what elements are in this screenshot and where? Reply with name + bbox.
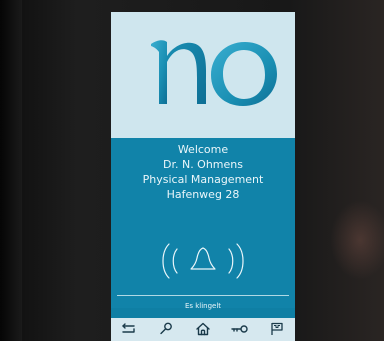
welcome-address: Hafenweg 28 [166, 188, 240, 201]
status-divider [117, 295, 289, 296]
home-icon [196, 322, 210, 336]
flag-icon [271, 322, 283, 335]
back-icon [122, 323, 135, 333]
status-text: Es klingelt [184, 302, 222, 310]
key-icon [231, 325, 248, 333]
ringing-bell-icon [111, 236, 295, 286]
bottom-navbar [111, 318, 295, 341]
reflection-glare [330, 200, 384, 280]
intercom-screen: Welcome Dr. N. Ohmens Physical Managemen… [111, 12, 295, 341]
search-icon [160, 322, 172, 335]
welcome-heading: Welcome [177, 143, 229, 156]
welcome-panel: Welcome Dr. N. Ohmens Physical Managemen… [111, 138, 295, 308]
device-frame [0, 0, 22, 341]
home-button[interactable] [193, 320, 213, 338]
welcome-name: Dr. N. Ohmens [162, 158, 243, 171]
logo-panel [111, 12, 295, 138]
flag-button[interactable] [267, 320, 287, 338]
no-logo [151, 40, 277, 106]
key-button[interactable] [230, 320, 250, 338]
photo-scene: Welcome Dr. N. Ohmens Physical Managemen… [0, 0, 384, 341]
back-button[interactable] [119, 320, 139, 338]
search-button[interactable] [156, 320, 176, 338]
welcome-department: Physical Management [142, 173, 264, 186]
